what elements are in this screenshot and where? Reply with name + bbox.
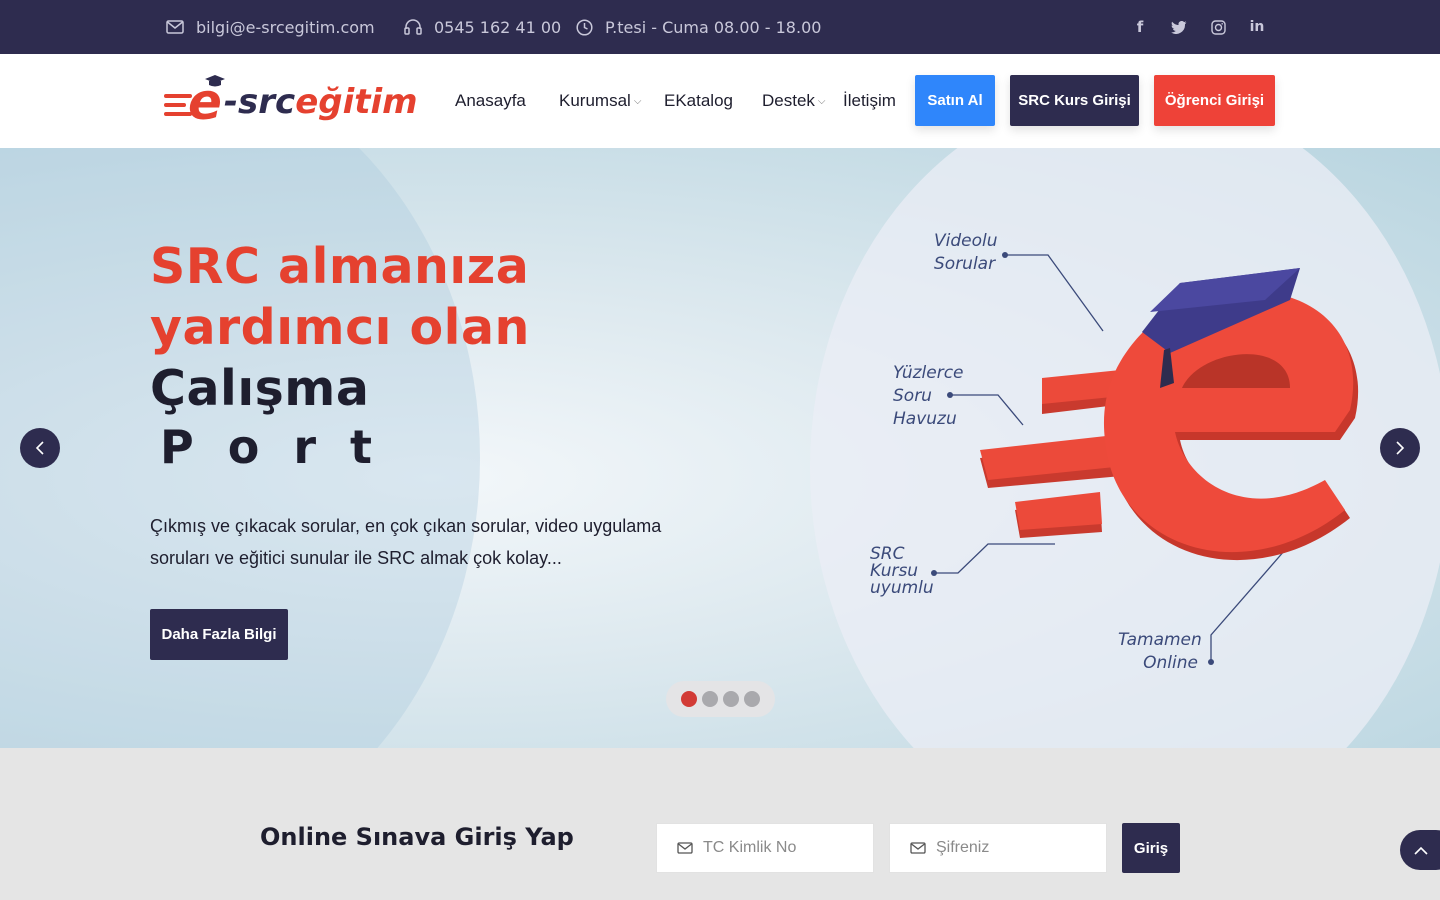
site-header: e -srceğitim Anasayfa Kurumsal ⌵ EKatalog… — [0, 54, 1440, 148]
nav-anasayfa[interactable]: Anasayfa — [455, 54, 526, 148]
facebook-icon[interactable]: f — [1130, 17, 1150, 37]
login-title: Online Sınava Giriş Yap — [260, 823, 574, 851]
login-submit-button[interactable]: Giriş — [1122, 823, 1180, 873]
chevron-down-icon: ⌵ — [633, 95, 642, 107]
online-exam-login: Online Sınava Giriş Yap TC Kimlik No Şif… — [0, 748, 1440, 900]
mail-icon — [677, 842, 693, 854]
password-placeholder: Şifreniz — [936, 839, 990, 856]
email-text: bilgi@e-srcegitim.com — [196, 17, 375, 37]
logo-speed-line — [164, 103, 186, 107]
email-contact[interactable]: bilgi@e-srcegitim.com — [166, 0, 375, 54]
logo-text: -srceğitim — [223, 82, 418, 122]
slider-dot[interactable] — [681, 691, 697, 707]
hero-title: SRC almanıza yardımcı olan Çalışma — [150, 238, 530, 417]
callout-yuzlerce-soru: Yüzlerce Soru Havuzu — [893, 363, 964, 429]
scroll-to-top-button[interactable] — [1400, 830, 1440, 870]
social-links: f in — [1130, 0, 1267, 54]
nav-kurumsal[interactable]: Kurumsal ⌵ — [559, 54, 641, 148]
nav-iletisim[interactable]: İletişim — [843, 54, 896, 148]
slider-prev-button[interactable] — [20, 428, 60, 468]
more-info-button[interactable]: Daha Fazla Bilgi — [150, 609, 288, 660]
working-hours: P.tesi - Cuma 08.00 - 18.00 — [576, 0, 821, 54]
linkedin-icon[interactable]: in — [1247, 17, 1267, 37]
clock-icon — [576, 18, 593, 36]
mail-icon — [910, 842, 926, 854]
buy-button[interactable]: Satın Al — [915, 75, 995, 126]
chevron-down-icon: ⌵ — [817, 95, 826, 107]
student-login-button[interactable]: Öğrenci Girişi — [1154, 75, 1275, 126]
course-login-button[interactable]: SRC Kurs Girişi — [1010, 75, 1139, 126]
callout-tamamen-online: Tamamen Online — [1118, 630, 1202, 673]
phone-text: 0545 162 41 00 — [434, 17, 562, 37]
tc-input[interactable]: TC Kimlik No — [656, 823, 874, 873]
nav-destek[interactable]: Destek ⌵ — [762, 54, 826, 148]
hero-slider: SRC almanıza yardımcı olan Çalışma Port … — [0, 148, 1440, 748]
password-input[interactable]: Şifreniz — [889, 823, 1107, 873]
nav-ekatalog[interactable]: EKatalog — [664, 54, 733, 148]
hero-typed-text: Port — [160, 420, 406, 474]
slider-dot[interactable] — [702, 691, 718, 707]
instagram-icon[interactable] — [1208, 17, 1228, 37]
hours-text: P.tesi - Cuma 08.00 - 18.00 — [605, 17, 822, 37]
mail-icon — [166, 20, 184, 34]
site-logo[interactable]: e -srceğitim — [164, 73, 426, 131]
hero-description: Çıkmış ve çıkacak sorular, en çok çıkan … — [150, 516, 662, 568]
slider-dot[interactable] — [723, 691, 739, 707]
chevron-left-icon — [35, 441, 44, 455]
callout-src-kursu: SRC Kursu uyumlu — [870, 544, 934, 598]
logo-e: e — [188, 73, 222, 131]
phone-contact[interactable]: 0545 162 41 00 — [404, 0, 561, 54]
top-info-bar: bilgi@e-srcegitim.com 0545 162 41 00 P.t… — [0, 0, 1440, 54]
slider-pagination — [666, 681, 775, 717]
headset-icon — [404, 19, 422, 35]
chevron-up-icon — [1414, 846, 1428, 855]
tc-placeholder: TC Kimlik No — [703, 839, 797, 856]
callout-videolu-sorular: Videolu Sorular — [934, 231, 998, 274]
slider-dot[interactable] — [744, 691, 760, 707]
twitter-icon[interactable] — [1169, 17, 1189, 37]
